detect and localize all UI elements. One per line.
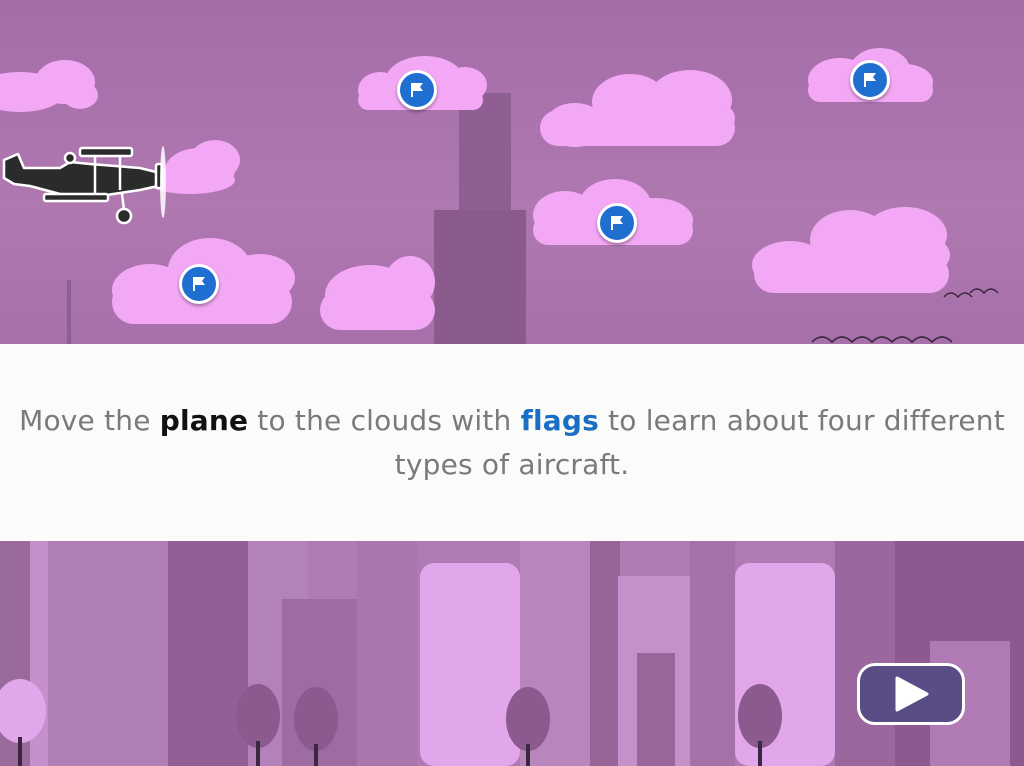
instruction-part-2: to the clouds with (248, 403, 521, 437)
bird (943, 292, 973, 299)
flag-icon (611, 216, 623, 230)
skyscraper-base (434, 210, 526, 344)
keyword-plane: plane (159, 403, 249, 437)
flag-icon (411, 83, 423, 97)
flag-button-4[interactable] (179, 264, 219, 304)
instruction-text: Move the plane to the clouds with flags … (17, 399, 1007, 487)
birds-flock (811, 336, 953, 344)
flag-button-3[interactable] (597, 203, 637, 243)
instruction-part-1: Move the (19, 403, 160, 437)
flag-icon (864, 73, 876, 87)
cloud (320, 256, 435, 330)
play-button[interactable] (857, 663, 965, 725)
flag-icon (193, 277, 205, 291)
cloud (752, 207, 950, 293)
biplane-silhouette-icon (2, 146, 166, 225)
flag-button-1[interactable] (397, 70, 437, 110)
cloud (540, 70, 735, 147)
plane[interactable] (0, 138, 172, 228)
keyword-flags: flags (520, 403, 599, 437)
sky-scene (0, 0, 1024, 344)
cloud (0, 60, 98, 112)
flag-button-2[interactable] (850, 60, 890, 100)
bird (969, 288, 999, 295)
city-scenery (0, 541, 1024, 766)
antenna (67, 280, 71, 344)
city-scene (0, 541, 1024, 766)
instruction-panel: Move the plane to the clouds with flags … (0, 344, 1024, 541)
play-icon (895, 676, 929, 712)
